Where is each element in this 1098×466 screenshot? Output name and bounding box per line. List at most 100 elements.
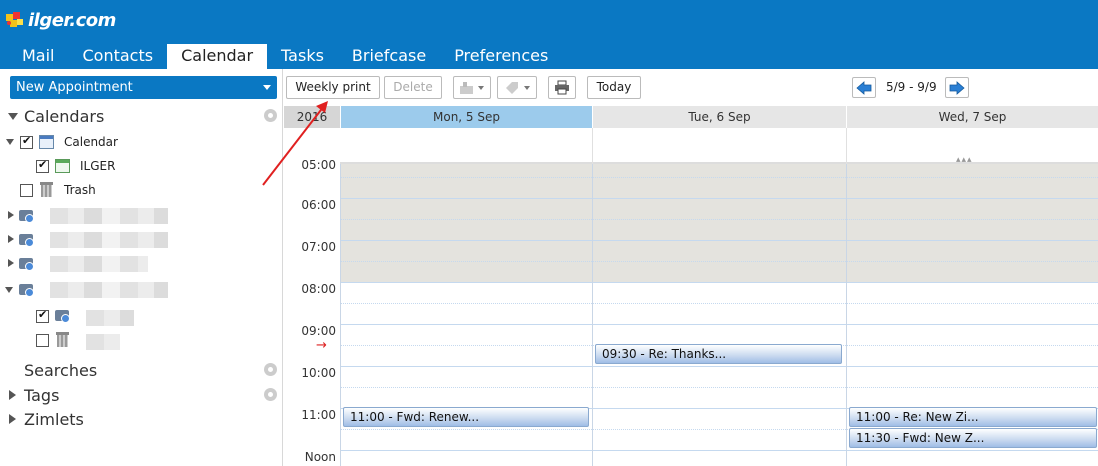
expand-triangle-icon[interactable] <box>8 259 14 267</box>
previous-week-button[interactable] <box>852 77 876 98</box>
app-tabs: Mail Contacts Calendar Tasks Briefcase P… <box>0 44 562 69</box>
sidebar-item-shared-1[interactable] <box>0 206 283 226</box>
year-label: 2016 <box>284 106 340 128</box>
hour-label: 06:00 <box>301 198 336 212</box>
chevron-down-icon[interactable] <box>263 85 271 90</box>
calendar-checkbox[interactable] <box>20 134 33 149</box>
calendar-icon <box>55 159 70 173</box>
hour-label: Noon <box>304 450 336 464</box>
sidebar-item-label: ILGER <box>80 159 116 173</box>
hour-label: 05:00 <box>301 158 336 172</box>
collapse-triangle-icon[interactable] <box>8 113 18 120</box>
sidebar-item-shared-4[interactable] <box>0 280 283 300</box>
day-column-mon[interactable]: 11:00 - Fwd: Renew... <box>340 164 592 466</box>
arrow-left-icon <box>856 81 872 95</box>
tab-mail[interactable]: Mail <box>0 44 69 69</box>
app-header: ilger.com Mail Contacts Calendar Tasks B… <box>0 0 1098 69</box>
redacted-name <box>86 334 120 350</box>
calendars-title: Calendars <box>24 107 105 126</box>
all-day-area[interactable] <box>340 128 1098 164</box>
gear-icon[interactable] <box>264 388 277 401</box>
hour-label: 09:00 <box>301 324 336 338</box>
print-button[interactable] <box>548 76 576 99</box>
shared-checkbox[interactable] <box>36 334 49 347</box>
redacted-name <box>50 208 168 224</box>
searches-header[interactable]: Searches <box>0 360 283 382</box>
calendars-header[interactable]: Calendars <box>0 106 283 128</box>
chevron-down-icon <box>478 86 484 90</box>
tags-title: Tags <box>24 386 60 405</box>
logo-text: ilger.com <box>28 9 116 31</box>
collapse-triangle-icon[interactable] <box>5 287 13 293</box>
time-column: 05:00 06:00 07:00 08:00 09:00 10:00 11:0… <box>284 158 340 466</box>
zimlets-title: Zimlets <box>24 410 84 429</box>
day-header-tue[interactable]: Tue, 6 Sep <box>592 106 846 128</box>
expand-triangle-icon[interactable] <box>6 139 14 145</box>
expand-triangle-icon[interactable] <box>8 211 14 219</box>
weekly-print-button[interactable]: Weekly print <box>286 76 380 99</box>
sidebar-item-shared-2[interactable] <box>0 230 283 250</box>
delete-button[interactable]: Delete <box>384 76 442 99</box>
ilger-checkbox[interactable] <box>36 158 49 173</box>
tag-button[interactable] <box>497 76 537 99</box>
shared-calendar-icon <box>55 308 71 323</box>
gear-icon[interactable] <box>264 109 277 122</box>
tab-calendar[interactable]: Calendar <box>167 44 268 69</box>
shared-calendar-icon <box>19 232 35 247</box>
trash-checkbox[interactable] <box>20 184 33 197</box>
appointment[interactable]: 11:30 - Fwd: New Z... <box>849 428 1097 448</box>
day-header-mon[interactable]: Mon, 5 Sep <box>340 106 592 128</box>
tab-contacts[interactable]: Contacts <box>69 44 168 69</box>
sidebar-item-shared-4a[interactable] <box>0 306 283 326</box>
redacted-name <box>86 310 134 326</box>
appointment[interactable]: 11:00 - Fwd: Renew... <box>343 407 589 427</box>
new-appointment-button[interactable]: New Appointment <box>10 76 277 99</box>
shared-calendar-icon <box>19 282 35 297</box>
logo-puzzle-icon <box>4 9 28 31</box>
expand-triangle-icon[interactable] <box>8 235 14 243</box>
sidebar: New Appointment Calendars Calendar ILGER… <box>0 69 283 466</box>
appointment[interactable]: 09:30 - Re: Thanks... <box>595 344 842 364</box>
calendar-icon <box>39 135 54 149</box>
sidebar-item-shared-3[interactable] <box>0 254 283 274</box>
chevron-down-icon <box>524 86 530 90</box>
appointment[interactable]: 11:00 - Re: New Zi... <box>849 407 1097 427</box>
day-header-wed[interactable]: Wed, 7 Sep <box>846 106 1098 128</box>
searches-title: Searches <box>24 361 98 380</box>
hour-label: 11:00 <box>301 408 336 422</box>
sidebar-item-trash[interactable]: Trash <box>0 180 283 200</box>
tab-preferences[interactable]: Preferences <box>440 44 562 69</box>
tags-header[interactable]: Tags <box>0 385 283 407</box>
hour-label: 07:00 <box>301 240 336 254</box>
day-column-tue[interactable]: 09:30 - Re: Thanks... <box>592 164 846 466</box>
today-button[interactable]: Today <box>587 76 641 99</box>
shared-calendar-icon <box>19 208 35 223</box>
zimlets-header[interactable]: Zimlets <box>0 409 283 431</box>
expand-triangle-icon[interactable] <box>9 390 16 400</box>
logo[interactable]: ilger.com <box>4 8 116 32</box>
tab-tasks[interactable]: Tasks <box>267 44 338 69</box>
tag-icon <box>506 82 518 94</box>
day-column-wed[interactable]: 11:00 - Re: New Zi... 11:30 - Fwd: New Z… <box>846 164 1098 466</box>
calendar-toolbar: Weekly print Delete Today 5/9 - 9/9 <box>284 69 1098 106</box>
sidebar-item-ilger[interactable]: ILGER <box>0 156 283 176</box>
sidebar-item-label: Trash <box>64 183 96 197</box>
sidebar-item-label: Calendar <box>64 135 118 149</box>
tab-briefcase[interactable]: Briefcase <box>338 44 440 69</box>
next-week-button[interactable] <box>945 77 969 98</box>
hour-label: 08:00 <box>301 282 336 296</box>
date-range-label: 5/9 - 9/9 <box>886 80 937 94</box>
expand-triangle-icon[interactable] <box>9 414 16 424</box>
move-button[interactable] <box>453 76 491 99</box>
sidebar-item-calendar[interactable]: Calendar <box>0 132 283 152</box>
shared-checkbox[interactable] <box>36 308 49 323</box>
sidebar-item-shared-4b[interactable] <box>0 330 283 350</box>
hour-label: 10:00 <box>301 366 336 380</box>
gear-icon[interactable] <box>264 363 277 376</box>
new-appointment-label: New Appointment <box>16 80 133 95</box>
arrow-right-icon <box>949 81 965 95</box>
move-folder-icon <box>460 82 473 94</box>
trash-icon <box>56 332 69 347</box>
week-grid: 2016 Mon, 5 Sep Tue, 6 Sep Wed, 7 Sep ▴▴… <box>284 106 1098 466</box>
redacted-name <box>50 256 148 272</box>
